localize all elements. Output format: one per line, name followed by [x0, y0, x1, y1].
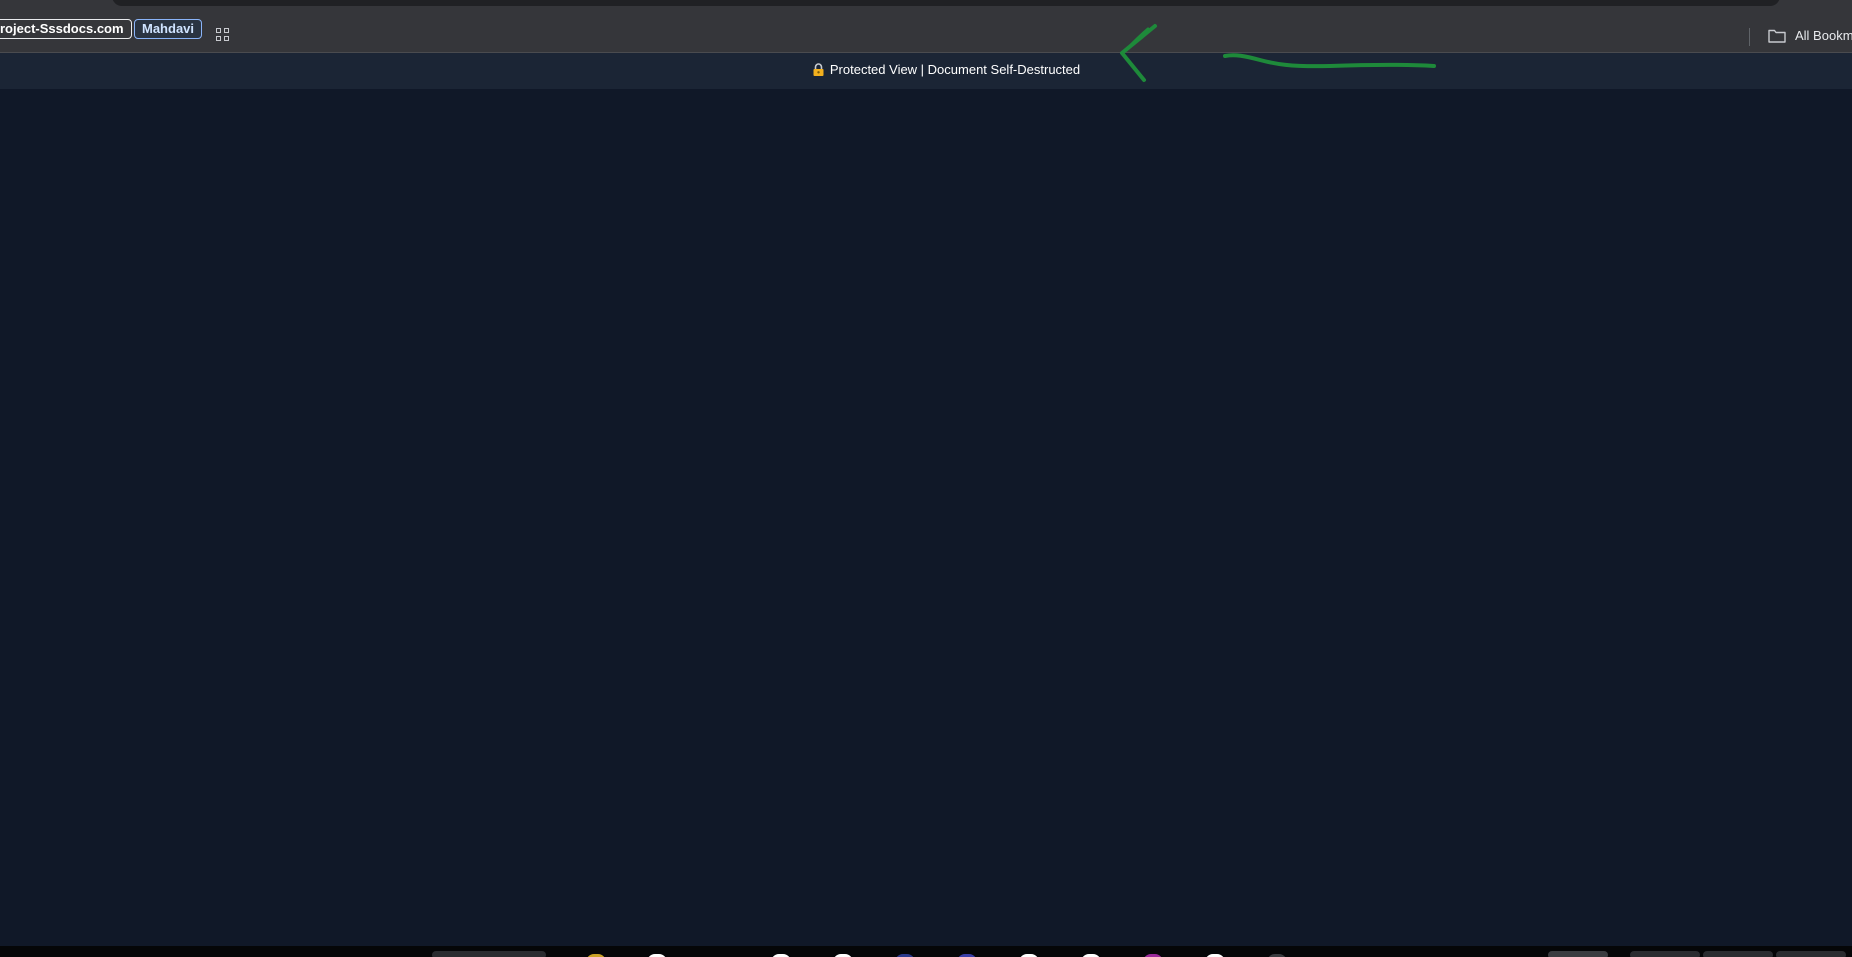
bookmarks-bar: roject-Sssdocs.com Mahdavi All Bookm	[0, 8, 1852, 53]
taskbar-tray[interactable]	[1703, 951, 1773, 957]
taskbar-tray[interactable]	[1630, 951, 1700, 957]
bookmark-item-mahdavi[interactable]: Mahdavi	[134, 19, 203, 39]
taskbar-tray[interactable]	[1548, 951, 1608, 957]
address-bar-area	[0, 0, 1852, 8]
apps-grid-icon[interactable]	[216, 28, 234, 46]
annotation-arrow-icon	[1120, 24, 1436, 82]
protected-view-banner: Protected View | Document Self-Destructe…	[0, 53, 1852, 89]
browser-window: roject-Sssdocs.com Mahdavi All Bookm Pro…	[0, 0, 1852, 957]
bookmark-item-project-sssdocs[interactable]: roject-Sssdocs.com	[0, 19, 132, 39]
banner-text: Protected View | Document Self-Destructe…	[829, 62, 1081, 77]
all-bookmarks-button[interactable]: All Bookm	[1795, 28, 1852, 43]
lock-icon	[813, 63, 824, 76]
taskbar-search[interactable]	[432, 951, 546, 957]
address-bar[interactable]	[112, 0, 1780, 6]
folder-icon[interactable]	[1768, 28, 1786, 43]
banner-message: Protected View | Document Self-Destructe…	[0, 62, 1852, 77]
taskbar-tray[interactable]	[1776, 951, 1846, 957]
bookmarks-divider	[1749, 28, 1750, 46]
